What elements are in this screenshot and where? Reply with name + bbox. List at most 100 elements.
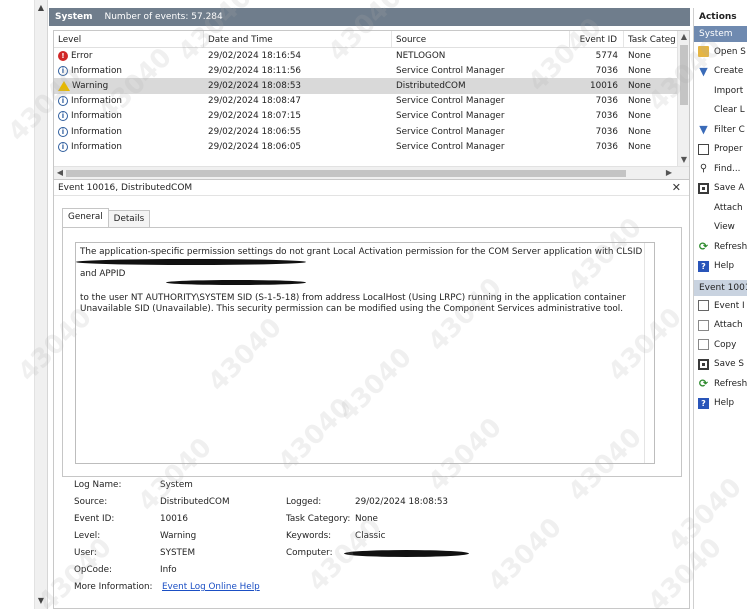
- scroll-left-icon[interactable]: ◀: [54, 167, 66, 179]
- table-row[interactable]: i Information 29/02/2024 18:07:15 Service C…: [54, 109, 689, 124]
- refresh-icon: ⟳: [698, 240, 709, 254]
- task-category-cell: None: [628, 126, 651, 137]
- action-create[interactable]: ▼ Create: [694, 62, 747, 82]
- column-header-source[interactable]: Source: [392, 31, 570, 47]
- event-id-cell: 7036: [595, 96, 618, 107]
- action-label: Attach: [714, 320, 743, 331]
- attach-icon: [698, 319, 709, 331]
- date-cell: 29/02/2024 18:06:55: [208, 126, 302, 137]
- tree-scrollbar[interactable]: ▲ ▼: [34, 0, 47, 609]
- table-row[interactable]: i Information 29/02/2024 18:06:55 Service C…: [54, 124, 689, 139]
- event-id-cell: 7036: [595, 141, 618, 152]
- source-label: Source:: [74, 497, 108, 507]
- level-text: Information: [71, 126, 122, 137]
- blank-icon: [698, 222, 709, 233]
- event-count: Number of events: 57.284: [104, 12, 223, 22]
- task-category-cell: None: [628, 141, 651, 152]
- actions-section-system[interactable]: System: [694, 26, 747, 42]
- scroll-right-icon[interactable]: ▶: [663, 167, 675, 179]
- tab-general[interactable]: General: [62, 208, 109, 227]
- column-header-event-id[interactable]: Event ID: [570, 31, 624, 47]
- action-refresh[interactable]: ⟳ Refresh: [694, 237, 747, 257]
- logged-value: 29/02/2024 18:08:53: [355, 497, 449, 507]
- task-category-cell: None: [628, 111, 651, 122]
- action-save-s[interactable]: Save S: [694, 355, 747, 375]
- source-cell: DistributedCOM: [396, 80, 466, 91]
- event-message-box[interactable]: The application-specific permission sett…: [75, 242, 655, 464]
- scroll-thumb[interactable]: [66, 170, 626, 177]
- action-help[interactable]: ? Help: [694, 394, 747, 414]
- event-log-online-help-link[interactable]: Event Log Online Help: [162, 582, 260, 592]
- scroll-down-icon[interactable]: ▼: [35, 595, 47, 607]
- level-cell: i Information: [54, 126, 204, 137]
- event-id-value: 10016: [160, 514, 188, 524]
- opcode-value: Info: [160, 565, 177, 575]
- action-label: Copy: [714, 339, 737, 350]
- close-icon[interactable]: ✕: [672, 181, 681, 194]
- action-import[interactable]: Import: [694, 81, 747, 101]
- date-cell: 29/02/2024 18:08:47: [208, 96, 302, 107]
- navigation-tree-pane: ▲ ▼: [0, 0, 48, 609]
- table-header: Level Date and Time Source Event ID Task…: [54, 31, 689, 48]
- info-icon: i: [58, 65, 68, 76]
- copy-icon: [698, 339, 709, 351]
- action-find[interactable]: ⚲ Find...: [694, 159, 747, 179]
- scroll-up-icon[interactable]: ▲: [678, 31, 690, 43]
- action-label: Help: [714, 398, 735, 409]
- action-proper[interactable]: Proper: [694, 140, 747, 160]
- action-attach[interactable]: Attach: [694, 316, 747, 336]
- action-attach[interactable]: Attach: [694, 198, 747, 218]
- log-title: System: [55, 12, 93, 22]
- table-row[interactable]: ! Error 29/02/2024 18:16:54 NETLOGON 5774 Non…: [54, 48, 689, 63]
- error-icon: !: [58, 50, 68, 61]
- level-cell: Warning: [54, 80, 204, 91]
- scroll-thumb[interactable]: [680, 45, 688, 105]
- action-event-i[interactable]: Event I: [694, 296, 747, 316]
- table-row[interactable]: Warning 29/02/2024 18:08:53 DistributedCOM…: [54, 78, 689, 94]
- action-label: Filter C: [714, 124, 745, 135]
- task-category-label: Task Category:: [286, 514, 351, 524]
- message-scrollbar[interactable]: [644, 243, 654, 463]
- action-clear-l[interactable]: Clear L: [694, 101, 747, 121]
- action-save-a[interactable]: Save A: [694, 179, 747, 199]
- table-row[interactable]: i Information 29/02/2024 18:11:56 Service C…: [54, 63, 689, 78]
- table-row[interactable]: i Information 29/02/2024 18:08:47 Service C…: [54, 94, 689, 109]
- info-icon: i: [58, 96, 68, 107]
- action-refresh[interactable]: ⟳ Refresh: [694, 374, 747, 394]
- help-icon: ?: [698, 260, 709, 272]
- level-cell: i Information: [54, 141, 204, 152]
- scroll-up-icon[interactable]: ▲: [35, 2, 47, 14]
- log-name-label: Log Name:: [74, 480, 122, 490]
- table-body: ! Error 29/02/2024 18:16:54 NETLOGON 5774 Non…: [54, 48, 689, 154]
- action-copy[interactable]: Copy: [694, 335, 747, 355]
- date-cell: 29/02/2024 18:06:05: [208, 141, 302, 152]
- system-actions-list: Open S ▼ Create Import Clear L ▼ Filter C Prope…: [694, 42, 747, 276]
- properties-icon: [698, 143, 709, 155]
- action-filter-c[interactable]: ▼ Filter C: [694, 120, 747, 140]
- table-horizontal-scrollbar[interactable]: ◀ ▶: [54, 166, 689, 179]
- action-view[interactable]: View: [694, 218, 747, 238]
- log-header-bar: System Number of events: 57.284: [49, 8, 690, 26]
- level-cell: ! Error: [54, 50, 204, 61]
- table-row[interactable]: i Information 29/02/2024 18:06:05 Service C…: [54, 139, 689, 154]
- action-label: Attach: [714, 202, 743, 213]
- info-icon: i: [58, 141, 68, 152]
- level-text: Warning: [72, 80, 109, 91]
- filter-icon: ▼: [699, 123, 708, 137]
- action-label: Proper: [714, 144, 743, 155]
- date-cell: 29/02/2024 18:11:56: [208, 65, 302, 76]
- source-cell: NETLOGON: [396, 50, 446, 61]
- action-label: Open S: [714, 46, 746, 57]
- scroll-down-icon[interactable]: ▼: [678, 154, 690, 166]
- actions-section-event[interactable]: Event 10016: [694, 280, 747, 296]
- more-info-label: More Information:: [74, 582, 153, 592]
- action-open-s[interactable]: Open S: [694, 42, 747, 62]
- table-vertical-scrollbar[interactable]: ▲ ▼: [677, 31, 689, 166]
- level-text: Error: [71, 50, 93, 61]
- action-help[interactable]: ? Help: [694, 257, 747, 277]
- event-detail-pane: Event 10016, DistributedCOM ✕ General De…: [53, 179, 690, 609]
- column-header-level[interactable]: Level: [54, 31, 204, 47]
- event-actions-list: Event I Attach Copy Save S ⟳ Refresh? Help: [694, 296, 747, 413]
- column-header-date[interactable]: Date and Time: [204, 31, 392, 47]
- column-header-task-category[interactable]: Task Categ: [624, 31, 678, 47]
